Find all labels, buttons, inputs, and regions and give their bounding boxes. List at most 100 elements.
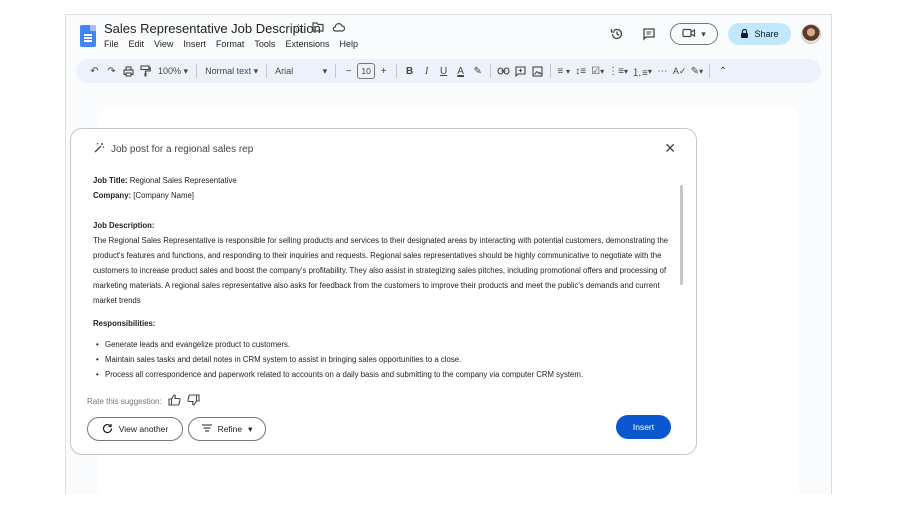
document-title[interactable]: Sales Representative Job Description <box>104 21 321 36</box>
spellcheck-icon[interactable]: A✓ <box>671 62 689 80</box>
description-heading: Job Description: <box>93 221 155 230</box>
menu-bar: File Edit View Insert Format Tools Exten… <box>104 39 358 49</box>
menu-help[interactable]: Help <box>339 39 358 49</box>
lock-icon <box>740 28 749 41</box>
insert-link-icon[interactable] <box>495 62 512 80</box>
video-camera-icon <box>682 28 696 40</box>
prompt-text: Job post for a regional sales rep <box>111 144 254 155</box>
editing-mode-icon[interactable]: ✎ ▾ <box>688 62 705 80</box>
description-section: Job Description: The Regional Sales Repr… <box>93 218 673 308</box>
toolbar-divider <box>196 64 198 78</box>
thumbs-down-icon[interactable] <box>187 394 200 409</box>
font-size-input[interactable]: 10 <box>357 63 376 79</box>
toolbar-divider <box>396 64 398 78</box>
company-label: Company: <box>93 191 132 200</box>
comments-icon[interactable] <box>638 23 660 45</box>
view-another-button[interactable]: View another <box>87 417 183 441</box>
avatar[interactable] <box>801 24 821 44</box>
font-select[interactable]: Arial ▾ <box>271 62 331 80</box>
refresh-icon <box>102 423 113 436</box>
rate-row: Rate this suggestion: <box>87 394 200 409</box>
share-label: Share <box>754 29 779 39</box>
add-comment-icon[interactable] <box>512 62 529 80</box>
chevron-down-icon: ▾ <box>600 66 605 76</box>
checklist-icon[interactable]: ☑ ▾ <box>589 62 606 80</box>
toolbar-divider <box>490 64 492 78</box>
menu-file[interactable]: File <box>104 39 119 49</box>
bulleted-list-icon[interactable]: ⋮≡ ▾ <box>606 62 630 80</box>
job-title-line: Job Title: Regional Sales Representative <box>93 173 673 188</box>
description-text: The Regional Sales Representative is res… <box>93 236 669 305</box>
caret-down-icon: ▾ <box>248 423 253 434</box>
docs-logo-icon[interactable] <box>80 25 96 47</box>
share-button[interactable]: Share <box>728 23 791 45</box>
list-item: Maintain sales tasks and detail notes in… <box>93 352 673 367</box>
zoom-select[interactable]: 100% ▾ <box>154 62 192 80</box>
menu-tools[interactable]: Tools <box>254 39 275 49</box>
collapse-toolbar-icon[interactable]: ⌃ <box>714 62 731 80</box>
job-title-value: Regional Sales Representative <box>129 176 237 185</box>
more-options-icon[interactable]: ⋯ <box>654 62 671 80</box>
chevron-down-icon: ▾ <box>322 65 328 76</box>
insert-image-icon[interactable] <box>529 62 546 80</box>
list-item: Process all correspondence and paperwork… <box>93 367 673 382</box>
print-icon[interactable] <box>120 62 137 80</box>
version-history-icon[interactable] <box>606 23 628 45</box>
line-spacing-icon[interactable]: ↕≡ <box>572 62 589 80</box>
italic-button[interactable]: I <box>418 62 435 80</box>
insert-button[interactable]: Insert <box>616 415 671 439</box>
menu-extensions[interactable]: Extensions <box>285 39 329 49</box>
responsibilities-section: Responsibilities: Generate leads and eva… <box>93 316 673 382</box>
toolbar-divider <box>335 64 337 78</box>
cloud-saved-icon[interactable] <box>332 21 345 35</box>
style-select[interactable]: Normal text ▾ <box>201 62 262 80</box>
responsibilities-heading: Responsibilities: <box>93 319 156 328</box>
menu-insert[interactable]: Insert <box>183 39 206 49</box>
underline-button[interactable]: U <box>435 62 452 80</box>
refine-button[interactable]: Refine ▾ <box>188 417 266 441</box>
move-folder-icon[interactable] <box>312 21 324 35</box>
numbered-list-icon[interactable]: ⒈≡ ▾ <box>630 62 654 80</box>
align-icon[interactable]: ≡ ▾ <box>555 62 572 80</box>
paint-format-icon[interactable] <box>137 62 154 80</box>
chevron-down-icon: ▾ <box>647 66 652 76</box>
company-line: Company: [Company Name] <box>93 188 673 203</box>
style-value: Normal text <box>205 66 252 76</box>
prompt-row: Job post for a regional sales rep <box>93 142 253 157</box>
header-right-tools: ▾ Share <box>606 23 821 45</box>
menu-edit[interactable]: Edit <box>129 39 145 49</box>
meet-button[interactable]: ▾ <box>670 23 718 45</box>
chevron-down-icon: ▾ <box>253 65 259 76</box>
formatting-toolbar: ↶ ↷ 100% ▾ Normal text ▾ Arial ▾ − 10 + B… <box>76 59 821 83</box>
content-scrollbar[interactable] <box>680 185 683 285</box>
menu-view[interactable]: View <box>154 39 173 49</box>
chevron-down-icon: ▾ <box>699 66 704 76</box>
chevron-down-icon: ▾ <box>565 66 570 76</box>
toolbar-divider <box>550 64 552 78</box>
job-title-label: Job Title: <box>93 176 128 185</box>
increase-font-size-icon[interactable]: + <box>375 62 392 80</box>
close-icon[interactable]: ✕ <box>664 140 676 157</box>
highlight-pen-icon[interactable]: ✎ <box>469 62 486 80</box>
chevron-down-icon: ▾ <box>623 66 628 76</box>
suggestion-content: Job Title: Regional Sales Representative… <box>93 173 673 387</box>
decrease-font-size-icon[interactable]: − <box>340 62 357 80</box>
chevron-down-icon: ▾ <box>701 28 706 39</box>
list-item: Generate leads and evangelize product to… <box>93 337 673 352</box>
help-me-write-panel: Job post for a regional sales rep ✕ Job … <box>70 128 697 455</box>
redo-icon[interactable]: ↷ <box>103 62 120 80</box>
bold-button[interactable]: B <box>401 62 418 80</box>
company-value: [Company Name] <box>133 191 194 200</box>
toolbar-divider <box>709 64 711 78</box>
text-color-button[interactable]: A <box>452 62 469 80</box>
undo-icon[interactable]: ↶ <box>86 62 103 80</box>
responsibilities-list: Generate leads and evangelize product to… <box>93 337 673 382</box>
menu-format[interactable]: Format <box>216 39 245 49</box>
font-value: Arial <box>275 66 294 76</box>
refine-label: Refine <box>217 424 243 434</box>
filter-lines-icon <box>201 424 212 434</box>
title-icons: ☆ <box>293 21 345 35</box>
chevron-down-icon: ▾ <box>183 65 189 76</box>
thumbs-up-icon[interactable] <box>168 394 181 409</box>
star-icon[interactable]: ☆ <box>293 21 304 35</box>
